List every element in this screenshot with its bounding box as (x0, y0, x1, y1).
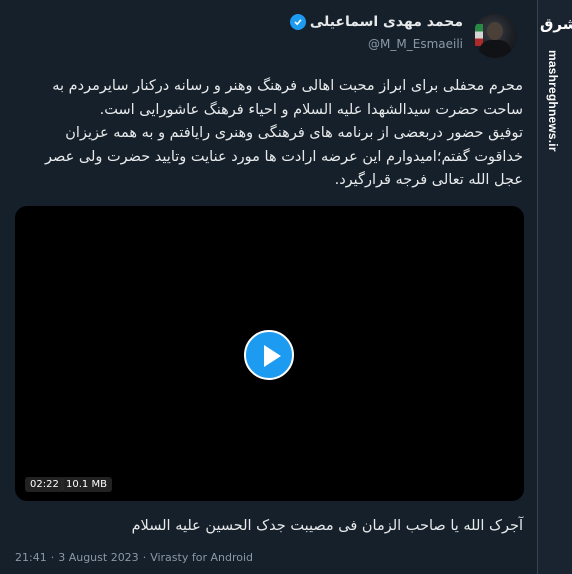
tweet-line: عجل الله تعالی فرجه قرارگیرد. (334, 172, 523, 188)
tweet-line: ساحت حضرت سیدالشهدا علیه السلام و احیاء … (99, 101, 523, 118)
brand-strip: مشرق mashreghnews.ir (538, 0, 572, 574)
tweet-caption: آجرک الله یا صاحب الزمان فی مصیبت جدک ال… (131, 518, 523, 534)
video-size: 10.1 MB (61, 477, 112, 492)
tweet-line: خداقوت گفتم؛امیدوارم این عرضه ارادت ها م… (45, 148, 523, 165)
video-player[interactable]: 02:22 10.1 MB (15, 206, 524, 501)
video-duration: 02:22 (25, 477, 64, 492)
brand-site: mashreghnews.ir (546, 50, 560, 152)
user-handle[interactable]: @M_M_Esmaeili (368, 37, 463, 51)
user-name[interactable]: محمد مهدی اسماعیلی (310, 14, 463, 30)
user-name-row: محمد مهدی اسماعیلی (289, 14, 463, 30)
tweet-source: Virasty for Android (150, 551, 253, 564)
tweet-text: محرم محفلی برای ابراز محبت اهالی فرهنگ و… (13, 75, 523, 193)
avatar[interactable] (473, 14, 517, 58)
verified-badge-icon (289, 14, 306, 30)
separator-dot: · (142, 551, 147, 564)
tweet-date[interactable]: 3 August 2023 (58, 551, 138, 564)
tweet-time[interactable]: 21:41 (15, 551, 47, 564)
tweet-meta: 21:41 · 3 August 2023 · Virasty for Andr… (15, 551, 253, 564)
separator-dot: · (50, 551, 55, 564)
play-button[interactable] (244, 330, 294, 380)
tweet-card: محمد مهدی اسماعیلی @M_M_Esmaeili محرم مح… (0, 0, 538, 574)
tweet-line: محرم محفلی برای ابراز محبت اهالی فرهنگ و… (52, 78, 523, 94)
tweet-line: توفیق حضور دربعضی از برنامه های فرهنگی و… (65, 125, 523, 141)
brand-logo: مشرق (540, 15, 572, 33)
play-icon (264, 345, 281, 367)
